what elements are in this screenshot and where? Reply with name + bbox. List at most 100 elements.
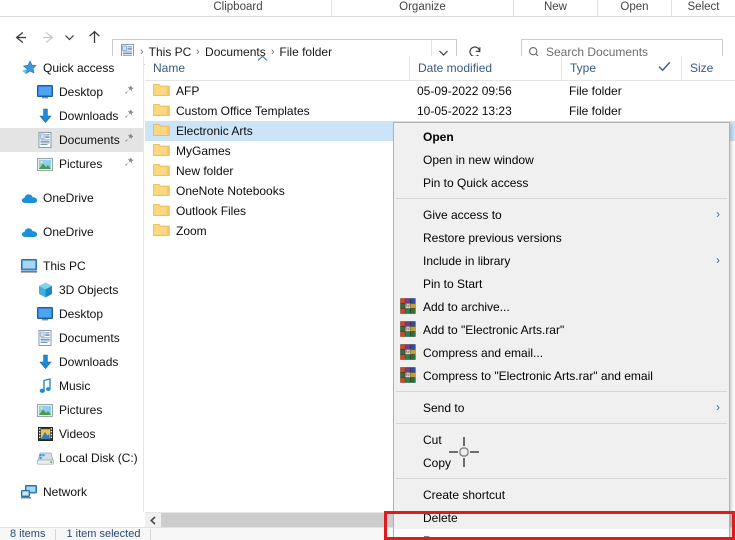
menu-item-add-to-archive[interactable]: W Add to archive... [394, 295, 729, 318]
ribbon-group-select: Select [671, 0, 735, 16]
documents-icon [36, 329, 54, 347]
menu-item-delete[interactable]: Delete [394, 506, 729, 529]
sidebar-item-documents[interactable]: Documents [0, 326, 143, 350]
file-name-cell[interactable]: AFP [153, 83, 199, 100]
sidebar-item-downloads[interactable]: Downloads [0, 350, 143, 374]
menu-item-rename[interactable]: Rename [394, 529, 729, 540]
menu-item-send-to[interactable]: Send to › [394, 396, 729, 419]
file-name-cell[interactable]: New folder [153, 163, 233, 180]
ribbon-group-new: New [513, 0, 597, 16]
sidebar-item-onedrive[interactable]: OneDrive [0, 220, 143, 244]
checkmark-icon[interactable] [658, 61, 671, 75]
sidebar-item-pictures[interactable]: Pictures [0, 398, 143, 422]
menu-item-add-to-electronic-arts-rar[interactable]: W Add to "Electronic Arts.rar" [394, 318, 729, 341]
menu-item-pin-to-start[interactable]: Pin to Start [394, 272, 729, 295]
file-name-label: Custom Office Templates [176, 104, 310, 118]
ribbon-group-clipboard: Clipboard [213, 1, 263, 13]
menu-item-give-access-to[interactable]: Give access to › [394, 203, 729, 226]
menu-item-label: Open [423, 129, 454, 144]
sidebar-item-network[interactable]: Network [0, 480, 143, 504]
folder-icon [153, 163, 170, 180]
sidebar-item-music[interactable]: Music [0, 374, 143, 398]
context-menu[interactable]: Open Open in new window Pin to Quick acces… [393, 122, 730, 540]
file-name-cell[interactable]: Electronic Arts [153, 123, 253, 140]
desktop-icon [36, 83, 54, 101]
sidebar-item-this-pc[interactable]: This PC [0, 254, 143, 278]
winrar-icon: W [400, 367, 417, 384]
column-header-name[interactable]: Name [145, 55, 409, 80]
folder-icon [153, 123, 170, 140]
music-note-icon [36, 377, 54, 395]
menu-item-label: Copy [423, 455, 452, 470]
network-icon [20, 483, 38, 501]
status-divider [150, 528, 152, 540]
menu-item-copy[interactable]: Copy [394, 451, 729, 474]
winrar-icon: W [400, 321, 417, 338]
file-name-label: OneNote Notebooks [176, 184, 285, 198]
videos-film-icon [36, 425, 54, 443]
recent-locations-button[interactable] [60, 25, 78, 49]
sidebar-item-quick-access[interactable]: Quick access [0, 56, 143, 80]
navigation-pane[interactable]: Quick access Desktop Downloads Documents Pic… [0, 56, 144, 512]
sidebar-item-pictures[interactable]: Pictures [0, 152, 143, 176]
sidebar-item-label: OneDrive [43, 225, 94, 239]
file-name-cell[interactable]: OneNote Notebooks [153, 183, 285, 200]
column-header-size[interactable]: Size [658, 56, 735, 80]
winrar-icon: W [400, 344, 417, 361]
sidebar-item-label: 3D Objects [59, 283, 119, 297]
sidebar-item-downloads[interactable]: Downloads [0, 104, 143, 128]
winrar-icon: W [400, 298, 417, 315]
sidebar-item-onedrive[interactable]: OneDrive [0, 186, 143, 210]
pin-icon[interactable] [123, 109, 134, 123]
3d-objects-icon [36, 281, 54, 299]
sidebar-item-label: Desktop [59, 307, 104, 321]
pin-icon[interactable] [123, 157, 134, 171]
sidebar-item-documents[interactable]: Documents [0, 128, 143, 152]
file-name-label: New folder [176, 164, 234, 178]
documents-icon [36, 131, 54, 149]
table-row[interactable]: AFP 05-09-2022 09:56 File folder [145, 81, 735, 101]
column-header-date-modified[interactable]: Date modified [409, 56, 561, 80]
menu-item-open[interactable]: Open [394, 125, 729, 148]
file-name-label: Outlook Files [176, 204, 247, 218]
date-modified-cell: 05-09-2022 09:56 [417, 84, 512, 98]
sidebar-item-videos[interactable]: Videos [0, 422, 143, 446]
file-name-cell[interactable]: Outlook Files [153, 203, 246, 220]
column-header-label: Type [570, 61, 597, 75]
nav-group-gap [0, 244, 143, 254]
menu-item-cut[interactable]: Cut [394, 428, 729, 451]
sidebar-item-local-disk-c[interactable]: Local Disk (C:) [0, 446, 143, 470]
sidebar-item-desktop[interactable]: Desktop [0, 302, 143, 326]
sidebar-item-3d-objects[interactable]: 3D Objects [0, 278, 143, 302]
up-button[interactable] [82, 25, 106, 49]
onedrive-cloud-icon [20, 223, 38, 241]
scroll-left-arrow-icon[interactable] [145, 512, 161, 528]
forward-button[interactable] [36, 25, 60, 49]
pin-icon[interactable] [123, 133, 134, 147]
back-button[interactable] [8, 25, 32, 49]
column-headers[interactable]: Name Date modified Type Size [145, 55, 735, 81]
submenu-arrow-icon: › [716, 207, 720, 221]
nav-group-gap [0, 176, 143, 186]
menu-item-create-shortcut[interactable]: Create shortcut [394, 483, 729, 506]
menu-item-compress-and-email[interactable]: W Compress and email... [394, 341, 729, 364]
menu-separator [396, 198, 727, 199]
menu-item-include-in-library[interactable]: Include in library › [394, 249, 729, 272]
menu-separator [396, 478, 727, 479]
sidebar-item-label: Downloads [59, 355, 119, 369]
file-name-cell[interactable]: Custom Office Templates [153, 103, 310, 120]
menu-item-restore-previous-versions[interactable]: Restore previous versions [394, 226, 729, 249]
folder-icon [153, 143, 170, 160]
menu-item-compress-to-electronic-arts-rar-and-email[interactable]: W Compress to "Electronic Arts.rar" and e… [394, 364, 729, 387]
table-row[interactable]: Custom Office Templates 10-05-2022 13:23 F… [145, 101, 735, 121]
file-name-cell[interactable]: Zoom [153, 223, 207, 240]
sidebar-item-desktop[interactable]: Desktop [0, 80, 143, 104]
date-modified-cell: 10-05-2022 13:23 [417, 104, 512, 118]
menu-item-label: Include in library [423, 253, 511, 268]
pictures-icon [36, 155, 54, 173]
local-disk-icon [36, 449, 54, 467]
file-name-cell[interactable]: MyGames [153, 143, 231, 160]
menu-item-pin-to-quick-access[interactable]: Pin to Quick access [394, 171, 729, 194]
pin-icon[interactable] [123, 85, 134, 99]
menu-item-open-in-new-window[interactable]: Open in new window [394, 148, 729, 171]
